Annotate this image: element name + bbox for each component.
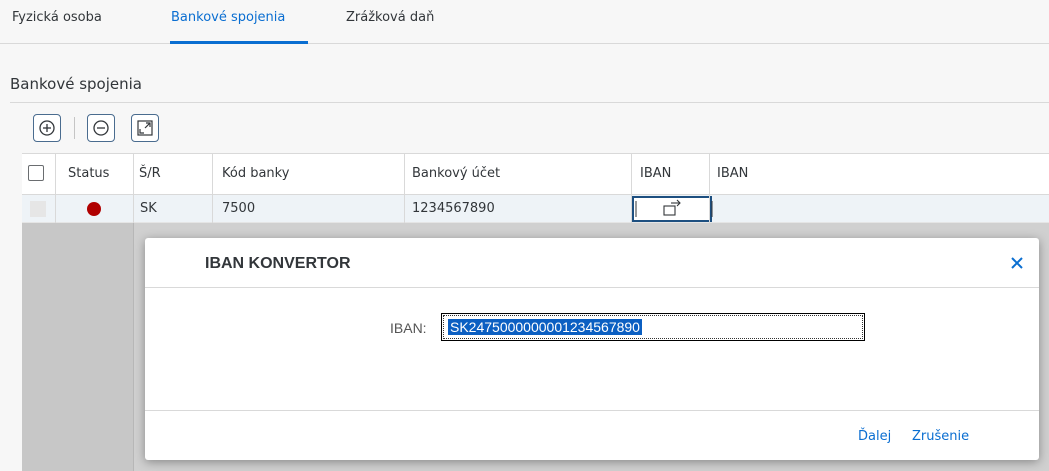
- table-row[interactable]: SK 7500 1234567890: [22, 195, 1049, 223]
- remove-circle-icon: [93, 120, 109, 136]
- active-tab-indicator: [170, 41, 308, 44]
- remove-row-button[interactable]: [87, 114, 115, 142]
- select-all-checkbox[interactable]: [28, 165, 44, 181]
- iban-converter-dialog: IBAN KONVERTOR IBAN: SK24750000000012345…: [145, 238, 1039, 460]
- tab-label: Bankové spojenia: [171, 10, 286, 25]
- bank-code-cell[interactable]: 7500: [222, 201, 255, 216]
- close-icon: [1011, 257, 1023, 269]
- table-header: Status Š/R Kód banky Bankový účet IBAN I…: [22, 153, 1049, 195]
- add-circle-icon: [39, 120, 55, 136]
- country-cell[interactable]: SK: [140, 201, 157, 216]
- expand-button[interactable]: [131, 114, 159, 142]
- column-header-account[interactable]: Bankový účet: [412, 166, 500, 181]
- tab-bankove-spojenia[interactable]: Bankové spojenia: [170, 10, 308, 44]
- dialog-footer: Ďalej Zrušenie: [145, 410, 1039, 460]
- close-button[interactable]: [1005, 251, 1029, 275]
- column-divider: [212, 153, 213, 223]
- tab-label: Zrážková daň: [346, 10, 435, 25]
- column-divider: [709, 153, 710, 223]
- column-header-bank-code[interactable]: Kód banky: [222, 166, 289, 181]
- add-row-button[interactable]: [33, 114, 61, 142]
- column-header-status[interactable]: Status: [68, 166, 109, 181]
- column-divider: [404, 153, 405, 223]
- row-selector[interactable]: [30, 201, 46, 217]
- status-indicator: [87, 202, 101, 216]
- tab-zrazkova-dan[interactable]: Zrážková daň: [346, 10, 434, 44]
- open-external-icon: [635, 199, 713, 217]
- column-divider: [631, 153, 632, 223]
- iban-input[interactable]: SK2475000000001234567890: [441, 313, 865, 341]
- column-header-iban-button[interactable]: IBAN: [640, 166, 671, 181]
- tab-label: Fyzická osoba: [12, 10, 102, 25]
- column-header-country[interactable]: Š/R: [139, 166, 161, 181]
- expand-icon: [137, 120, 153, 136]
- tab-fyzicka-osoba[interactable]: Fyzická osoba: [12, 10, 102, 44]
- iban-convert-button[interactable]: [632, 196, 713, 222]
- column-divider: [55, 153, 56, 223]
- section-title: Bankové spojenia: [10, 75, 142, 93]
- iban-field-label: IBAN:: [390, 320, 427, 336]
- dialog-header: IBAN KONVERTOR: [145, 238, 1039, 288]
- column-header-iban[interactable]: IBAN: [717, 166, 748, 181]
- dialog-title: IBAN KONVERTOR: [205, 255, 351, 272]
- tab-bar: Fyzická osoba Bankové spojenia Zrážková …: [0, 0, 1049, 44]
- account-cell[interactable]: 1234567890: [412, 201, 495, 216]
- section-divider: [10, 102, 1049, 103]
- toolbar-separator: [74, 117, 75, 139]
- iban-input-value: SK2475000000001234567890: [448, 319, 642, 335]
- cancel-button[interactable]: Zrušenie: [912, 429, 969, 444]
- next-button[interactable]: Ďalej: [858, 429, 891, 444]
